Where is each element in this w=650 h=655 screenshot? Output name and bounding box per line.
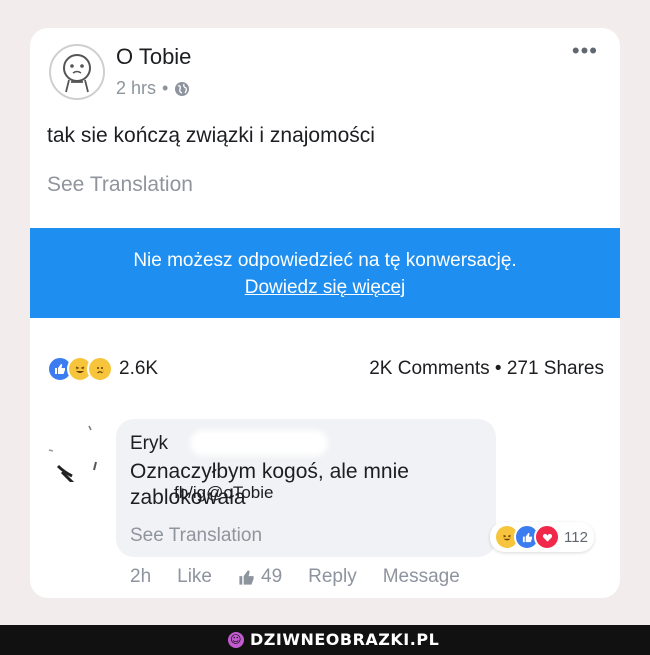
comment-author[interactable]: Eryk xyxy=(130,433,168,455)
like-count: 49 xyxy=(261,566,283,587)
post-text: tak sie kończą związki i znajomości xyxy=(47,124,375,147)
censored-surname xyxy=(190,430,328,456)
message-button[interactable]: Message xyxy=(383,566,460,588)
sad-reaction-icon xyxy=(87,356,113,382)
post-time[interactable]: 2 hrs xyxy=(116,78,156,99)
site-footer: ☺ DZIWNEOBRAZKI.PL xyxy=(0,625,650,655)
thumbs-up-icon xyxy=(239,569,254,585)
post-meta: 2 hrs • xyxy=(116,78,190,99)
blocked-banner: Nie możesz odpowiedzieć na tę konwersacj… xyxy=(30,228,620,318)
comment-time[interactable]: 2h xyxy=(130,566,151,588)
comment-reaction-count: 112 xyxy=(564,528,588,546)
reactions-summary[interactable]: 2.6K xyxy=(47,356,158,382)
comments-count[interactable]: 2K Comments xyxy=(369,358,489,379)
like-button[interactable]: Like xyxy=(177,566,212,588)
reply-button[interactable]: Reply xyxy=(308,566,357,588)
globe-icon xyxy=(175,81,190,96)
shares-count[interactable]: 271 Shares xyxy=(507,358,604,379)
author-avatar[interactable] xyxy=(49,44,105,100)
comment-bubble: Eryk Oznaczyłbym kogoś, ale mnie zabloko… xyxy=(116,419,496,557)
commenter-avatar-icon xyxy=(48,425,97,486)
stats-separator: • xyxy=(494,358,502,379)
post-stats: 2K Comments • 271 Shares xyxy=(369,358,604,380)
comment-reactions[interactable]: 112 xyxy=(490,522,594,552)
banner-message: Nie możesz odpowiedzieć na tę konwersacj… xyxy=(133,250,517,271)
avatar-drawing-icon xyxy=(63,54,91,93)
comment-see-translation[interactable]: See Translation xyxy=(130,525,262,547)
more-icon[interactable]: ••• xyxy=(572,40,598,62)
site-brand[interactable]: ☺ DZIWNEOBRAZKI.PL xyxy=(228,630,439,649)
meta-separator: • xyxy=(162,78,169,98)
brand-name: DZIWNEOBRAZKI.PL xyxy=(250,630,440,649)
post-see-translation[interactable]: See Translation xyxy=(47,173,193,197)
banner-learn-more-link[interactable]: Dowiedz się więcej xyxy=(245,277,406,298)
post-card: O Tobie 2 hrs • ••• tak sie kończą związ… xyxy=(30,28,620,598)
love-reaction-icon xyxy=(534,524,560,550)
watermark: fb/ig@oTobie xyxy=(174,483,274,502)
reactions-count: 2.6K xyxy=(119,358,159,379)
comment-like-count: 49 xyxy=(238,566,282,588)
commenter-avatar[interactable] xyxy=(44,420,106,486)
comment-actions: 2h Like 49 Reply Message xyxy=(130,566,486,588)
brand-icon: ☺ xyxy=(228,631,244,648)
post-author[interactable]: O Tobie xyxy=(116,44,191,70)
